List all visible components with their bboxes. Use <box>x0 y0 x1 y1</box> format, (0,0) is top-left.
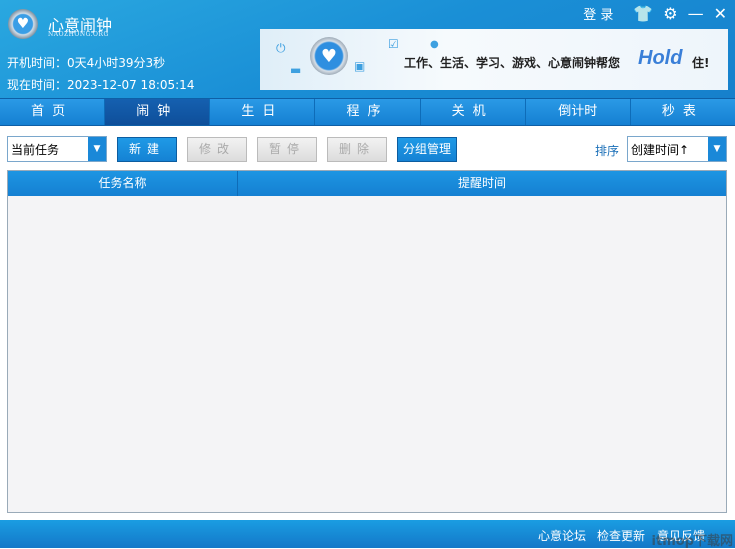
chevron-down-icon[interactable]: ▼ <box>88 137 106 161</box>
stamp-icon: ▬ <box>290 63 302 77</box>
title-bar: ♥ 心意闹钟 NAOZHONG.ORG 开机时间：0天4小时39分3秒 现在时间… <box>0 0 735 98</box>
login-link[interactable]: 登 录 <box>583 4 613 23</box>
banner-slogan: 工作、生活、学习、游戏、心意闹钟帮您 <box>404 56 621 70</box>
task-table: 任务名称 提醒时间 <box>7 170 727 513</box>
tab-birthday[interactable]: 生日 <box>210 99 316 125</box>
app-subtitle: NAOZHONG.ORG <box>48 31 109 38</box>
uptime-text: 开机时间：0天4小时39分3秒 <box>7 56 166 70</box>
column-remind-time[interactable]: 提醒时间 <box>238 171 726 196</box>
current-time-text: 现在时间：2023-12-07 18:05:14 <box>7 78 195 92</box>
gear-icon[interactable]: ⚙ <box>663 4 677 23</box>
banner: ⏻ ▬ ♥ ▣ ☑ ● 工作、生活、学习、游戏、心意闹钟帮您 Hold 住! <box>260 29 728 90</box>
sort-value: 创建时间↑ <box>631 142 690 157</box>
forum-link[interactable]: 心意论坛 <box>538 527 586 544</box>
pause-button[interactable]: 暂停 <box>257 137 317 162</box>
table-header: 任务名称 提醒时间 <box>8 171 726 196</box>
sort-label: 排序 <box>595 144 620 158</box>
tab-home[interactable]: 首页 <box>0 99 106 125</box>
close-icon[interactable]: ✕ <box>714 4 727 23</box>
banner-end: 住! <box>692 56 710 70</box>
new-button[interactable]: 新建 <box>117 137 177 162</box>
column-task-name[interactable]: 任务名称 <box>8 171 238 196</box>
briefcase-icon: ▣ <box>354 59 366 73</box>
group-manage-button[interactable]: 分组管理 <box>397 137 457 162</box>
mask-icon: ● <box>430 39 439 50</box>
minimize-icon[interactable]: — <box>688 4 704 23</box>
tab-alarm[interactable]: 闹钟 <box>105 99 211 125</box>
app-logo-heart-icon: ♥ <box>8 9 38 39</box>
checkbox-icon: ☑ <box>388 37 399 51</box>
footer: 心意论坛 检查更新 意见反馈 itmop下载网 <box>0 520 735 549</box>
main-tabs: 首页 闹钟 生日 程序 关机 倒计时 秒表 <box>0 98 735 126</box>
tshirt-icon[interactable]: 👕 <box>633 4 653 23</box>
watermark: itmop下载网 <box>651 534 733 549</box>
task-filter-value: 当前任务 <box>11 142 60 157</box>
tab-program[interactable]: 程序 <box>315 99 421 125</box>
check-update-link[interactable]: 检查更新 <box>597 527 645 544</box>
sort-select[interactable]: 创建时间↑ ▼ <box>627 136 727 162</box>
delete-button[interactable]: 删除 <box>327 137 387 162</box>
tab-stopwatch[interactable]: 秒表 <box>630 99 735 125</box>
banner-heart-clock-icon: ♥ <box>310 37 348 75</box>
power-icon: ⏻ <box>276 41 286 55</box>
tab-shutdown[interactable]: 关机 <box>420 99 526 125</box>
banner-hold: Hold <box>638 47 683 69</box>
tab-countdown[interactable]: 倒计时 <box>525 99 631 125</box>
edit-button[interactable]: 修改 <box>187 137 247 162</box>
chevron-down-icon[interactable]: ▼ <box>708 137 726 161</box>
task-filter-select[interactable]: 当前任务 ▼ <box>7 136 107 162</box>
